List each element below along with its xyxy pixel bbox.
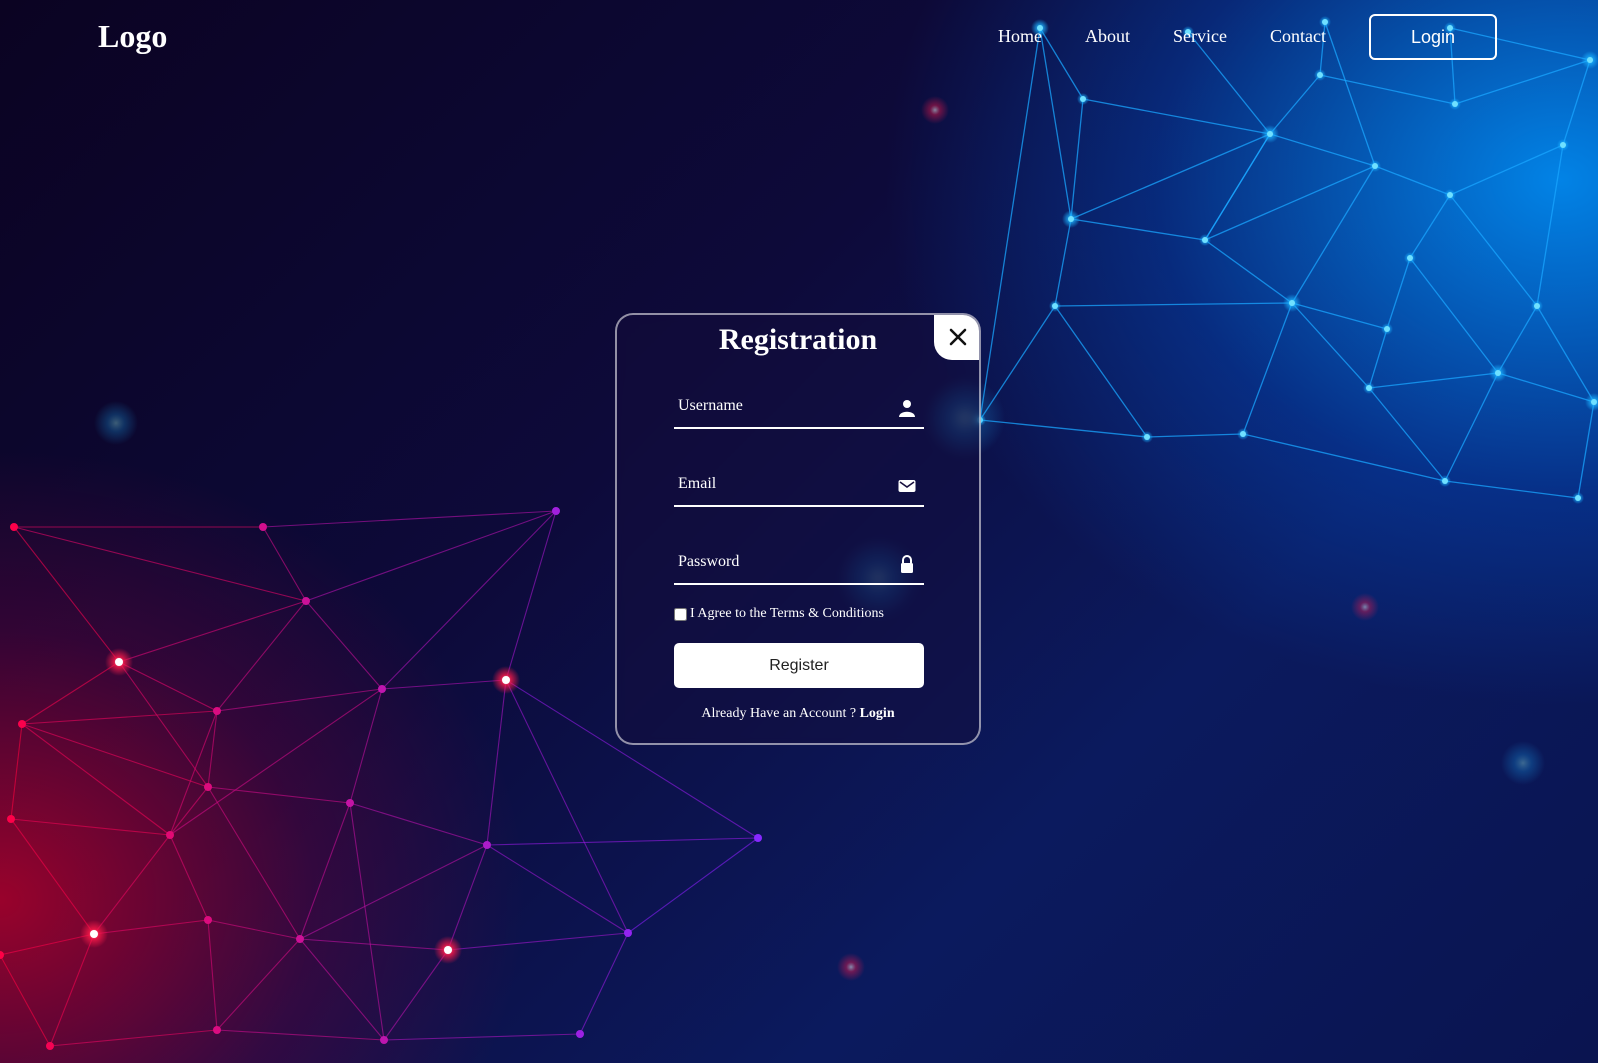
logo[interactable]: Logo xyxy=(98,18,167,55)
terms-label: I Agree to the Terms & Conditions xyxy=(690,606,884,621)
password-field xyxy=(674,543,924,585)
email-field xyxy=(674,465,924,507)
mail-icon xyxy=(898,480,916,492)
nav-service[interactable]: Service xyxy=(1173,26,1227,47)
username-field xyxy=(674,387,924,429)
nav-contact[interactable]: Contact xyxy=(1270,26,1326,47)
terms-agree: I Agree to the Terms & Conditions xyxy=(674,606,884,622)
login-link[interactable]: Login xyxy=(860,706,895,721)
modal-title: Registration xyxy=(718,323,878,356)
password-input[interactable] xyxy=(674,543,892,581)
nav-home[interactable]: Home xyxy=(998,26,1042,47)
username-input[interactable] xyxy=(674,387,892,425)
lock-icon xyxy=(901,555,913,573)
already-account: Already Have an Account ? Login xyxy=(617,706,979,722)
user-icon xyxy=(899,400,915,417)
registration-modal: Registration I Agree to the Terms & Cond… xyxy=(615,313,981,745)
already-account-text: Already Have an Account ? xyxy=(701,706,857,721)
register-button[interactable]: Register xyxy=(674,643,924,688)
terms-checkbox[interactable] xyxy=(674,607,687,621)
main-nav: Home About Service Contact xyxy=(998,26,1369,47)
header-login-button[interactable]: Login xyxy=(1369,14,1497,60)
email-input[interactable] xyxy=(674,465,892,503)
header: Logo Home About Service Contact Login xyxy=(0,0,1598,80)
nav-about[interactable]: About xyxy=(1085,26,1130,47)
